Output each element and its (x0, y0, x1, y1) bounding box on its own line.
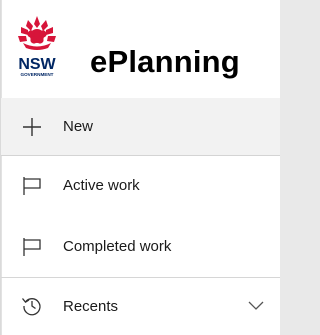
nav-item-label: New (63, 118, 94, 135)
nav-item-label: Recents (63, 298, 119, 315)
chevron-down-icon[interactable] (247, 300, 265, 312)
flag-icon (23, 177, 41, 195)
nav-item-new[interactable]: New (1, 98, 280, 156)
nsw-government-logo: NSW GOVERNMENT (18, 16, 57, 77)
navigation-panel: NSW GOVERNMENT ePlanning New Active work… (0, 0, 280, 335)
nav-item-active-work[interactable]: Active work (1, 157, 280, 215)
history-icon (21, 298, 41, 316)
nav-item-completed-work[interactable]: Completed work (1, 218, 280, 276)
app-title: ePlanning (90, 44, 240, 79)
flag-icon (23, 238, 41, 256)
logo-subtext: GOVERNMENT (21, 72, 54, 77)
logo-wordmark: NSW (18, 56, 56, 73)
brand-header: NSW GOVERNMENT ePlanning (1, 0, 280, 98)
nav-item-label: Completed work (63, 238, 172, 255)
plus-icon (23, 118, 41, 136)
nav-item-label: Active work (63, 177, 140, 194)
nav-item-recents[interactable]: Recents (1, 278, 280, 335)
